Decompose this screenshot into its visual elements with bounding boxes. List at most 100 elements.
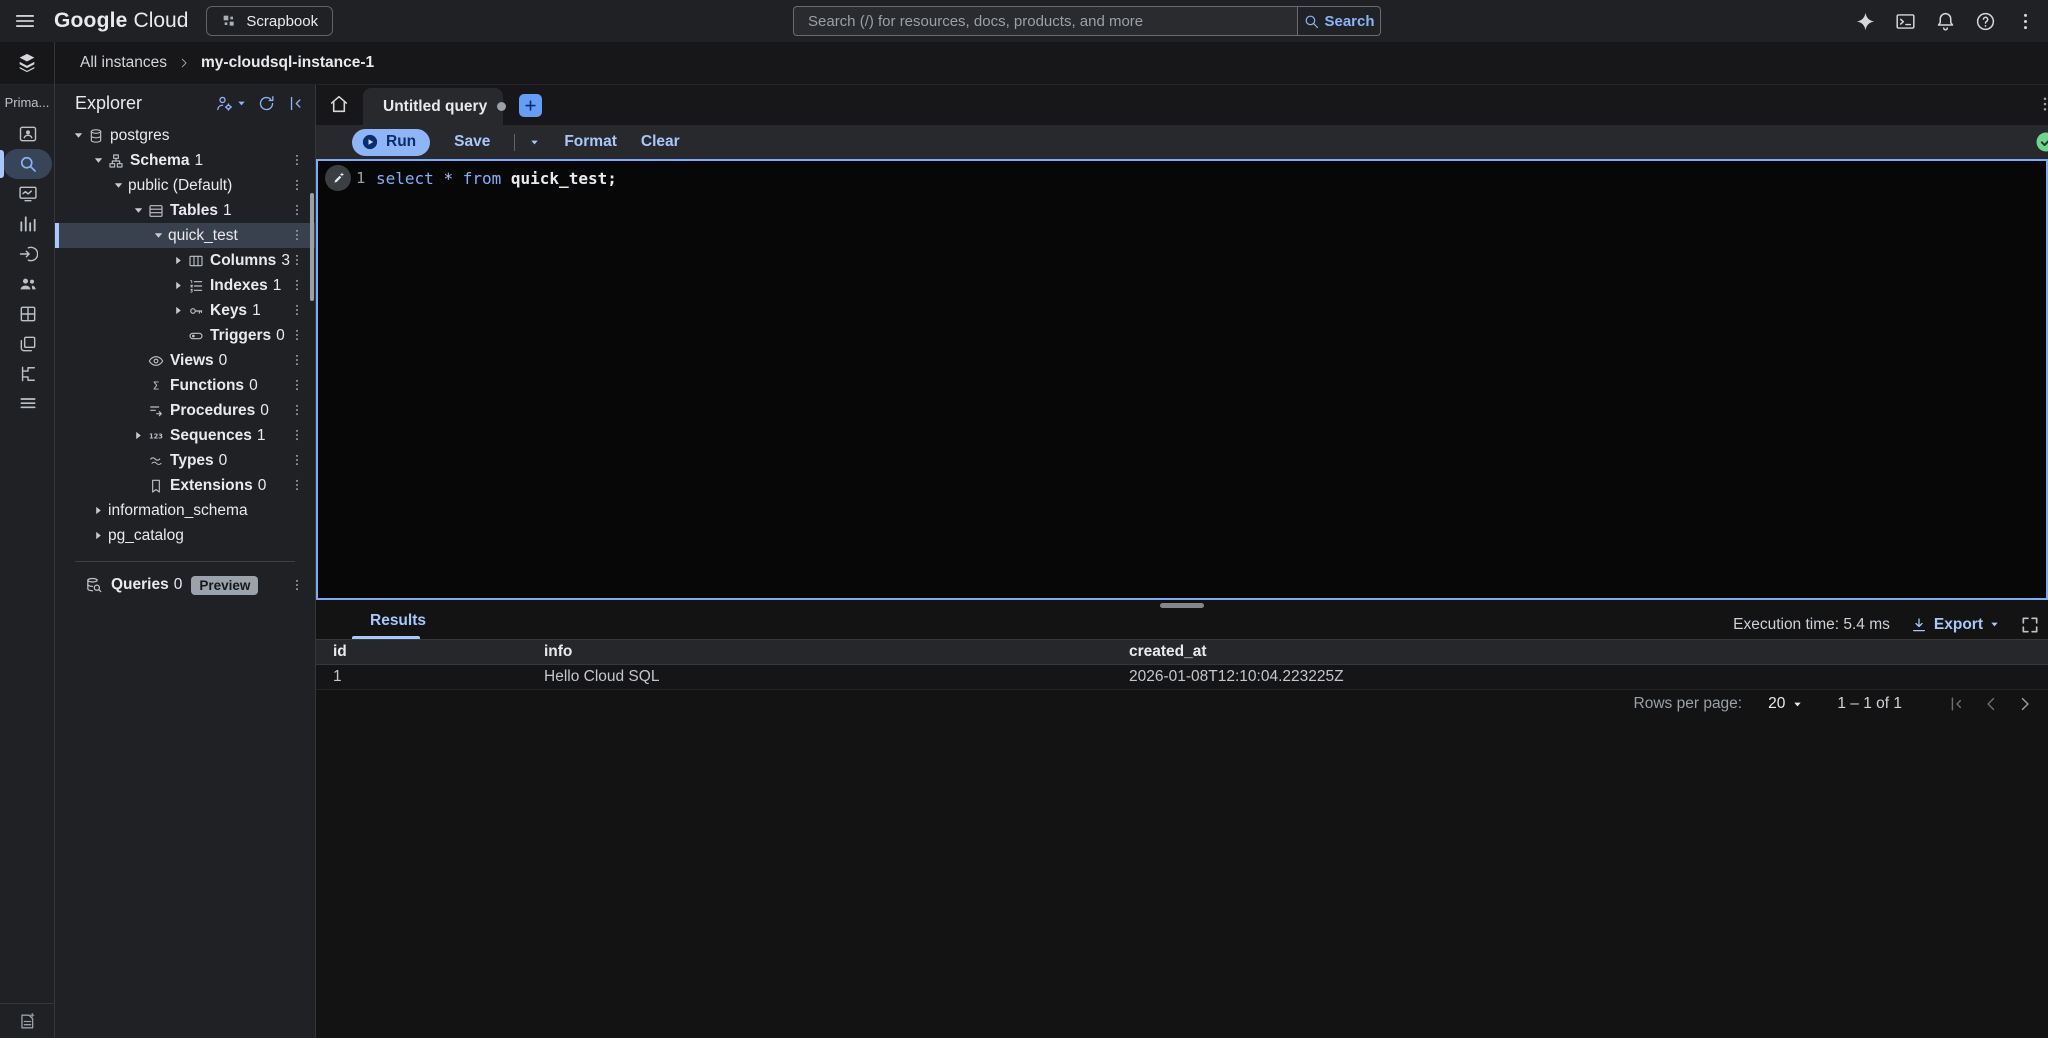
- sidebar-item-databases[interactable]: [0, 299, 55, 329]
- rows-per-page-select[interactable]: 20: [1768, 695, 1803, 713]
- tree-item-extensions[interactable]: Extensions0: [55, 473, 315, 498]
- kebab-icon: [290, 478, 304, 492]
- expand-arrow-icon[interactable]: [168, 301, 188, 321]
- clear-button[interactable]: Clear: [641, 133, 680, 151]
- google-cloud-logo[interactable]: Google Cloud: [54, 9, 188, 33]
- sidebar-item-system-insights[interactable]: [0, 179, 55, 209]
- tree-item-menu-button[interactable]: [287, 275, 307, 295]
- tree-item-types[interactable]: Types0: [55, 448, 315, 473]
- tree-item-quick-test[interactable]: quick_test: [55, 223, 315, 248]
- tree-item-keys[interactable]: Keys1: [55, 298, 315, 323]
- sidebar-item-query-insights[interactable]: [0, 209, 55, 239]
- export-button[interactable]: Export: [1910, 616, 2000, 634]
- code-line[interactable]: select * from quick_test;: [376, 161, 617, 598]
- tree-item-menu-button[interactable]: [287, 150, 307, 170]
- prev-page-button[interactable]: [1978, 691, 2004, 717]
- tree-item-functions[interactable]: ΣFunctions0: [55, 373, 315, 398]
- search-button[interactable]: Search: [1297, 6, 1381, 36]
- kebab-icon: [290, 428, 304, 442]
- expand-arrow-icon[interactable]: [168, 251, 188, 271]
- sidebar-item-replication[interactable]: [0, 359, 55, 389]
- tree-item-menu-button[interactable]: [287, 175, 307, 195]
- main-menu-button[interactable]: [0, 0, 50, 42]
- tree-item-menu-button[interactable]: [287, 425, 307, 445]
- tab-overflow-menu-icon[interactable]: [2036, 95, 2048, 113]
- collapse-arrow-icon[interactable]: [68, 126, 88, 146]
- collapse-arrow-icon[interactable]: [148, 226, 168, 246]
- tree-item-procedures[interactable]: Procedures0: [55, 398, 315, 423]
- expand-arrow-icon[interactable]: [168, 276, 188, 296]
- tree-item-queries[interactable]: Queries 0 Preview: [55, 572, 315, 598]
- studio-home-button[interactable]: [328, 93, 354, 119]
- sidebar-item-connections[interactable]: [0, 239, 55, 269]
- sidebar-item-backups[interactable]: [0, 329, 55, 359]
- tree-item-menu-button[interactable]: [287, 250, 307, 270]
- tree-item-indexes[interactable]: Indexes1: [55, 273, 315, 298]
- backups-icon: [18, 334, 38, 354]
- collapse-arrow-icon[interactable]: [108, 176, 128, 196]
- tree-item-sequences[interactable]: 123Sequences1: [55, 423, 315, 448]
- expand-arrow-icon[interactable]: [88, 501, 108, 521]
- collapse-arrow-icon[interactable]: [128, 201, 148, 221]
- tree-item-public-default[interactable]: public (Default): [55, 173, 315, 198]
- tree-item-views[interactable]: Views0: [55, 348, 315, 373]
- refresh-button[interactable]: [257, 94, 276, 113]
- tree-item-menu-button[interactable]: [287, 300, 307, 320]
- sql-editor[interactable]: 1 select * from quick_test;: [316, 159, 2048, 600]
- collapse-arrow-icon[interactable]: [88, 151, 108, 171]
- tree-item-triggers[interactable]: Triggers0: [55, 323, 315, 348]
- topbar-button-help[interactable]: [1968, 4, 2002, 38]
- breadcrumb-all-instances[interactable]: All instances: [80, 54, 167, 72]
- panel-resize-handle[interactable]: [1160, 603, 1204, 608]
- first-page-button[interactable]: [1944, 691, 1970, 717]
- new-tab-button[interactable]: [519, 94, 542, 117]
- save-options-caret-icon[interactable]: [529, 137, 540, 148]
- tab-results[interactable]: Results: [370, 612, 426, 630]
- search-button-label: Search: [1324, 13, 1374, 30]
- next-page-button[interactable]: [2012, 691, 2038, 717]
- collapse-panel-button[interactable]: [286, 94, 305, 113]
- queries-menu-button[interactable]: [287, 575, 307, 595]
- topbar-button-more[interactable]: [2008, 4, 2042, 38]
- format-button[interactable]: Format: [564, 133, 617, 151]
- project-picker-button[interactable]: Scrapbook: [206, 6, 333, 36]
- tree-item-menu-button[interactable]: [287, 400, 307, 420]
- tree-item-schema[interactable]: Schema1: [55, 148, 315, 173]
- tree-item-menu-button[interactable]: [287, 450, 307, 470]
- save-button[interactable]: Save: [454, 133, 490, 151]
- tree-item-menu-button[interactable]: [287, 350, 307, 370]
- tree-item-menu-button[interactable]: [287, 375, 307, 395]
- sidebar-item-users[interactable]: [0, 269, 55, 299]
- tree-item-columns[interactable]: Columns3: [55, 248, 315, 273]
- tree-item-tables[interactable]: Tables1: [55, 198, 315, 223]
- expand-arrow-icon[interactable]: [128, 426, 148, 446]
- tree-item-menu-button[interactable]: [287, 200, 307, 220]
- chevron-right-icon: [177, 56, 191, 70]
- run-button[interactable]: Run: [352, 129, 430, 156]
- fullscreen-icon[interactable]: [2020, 615, 2040, 635]
- sidebar-item-cloud-sql-studio[interactable]: [0, 149, 55, 179]
- toolbar-divider: [514, 134, 515, 151]
- search-input[interactable]: [793, 6, 1297, 36]
- explorer-scrollbar-thumb[interactable]: [310, 193, 314, 301]
- table-row[interactable]: 1Hello Cloud SQL2026-01-08T12:10:04.2232…: [316, 665, 2048, 690]
- expand-arrow-icon[interactable]: [88, 526, 108, 546]
- tree-item-menu-button[interactable]: [287, 325, 307, 345]
- sidebar-item-release-notes[interactable]: [0, 1003, 55, 1038]
- tab-untitled-query[interactable]: Untitled query: [363, 88, 503, 125]
- gemini-edit-button[interactable]: [325, 165, 351, 191]
- tree-item-menu-button[interactable]: [287, 475, 307, 495]
- topbar-button-cloud-shell[interactable]: [1888, 4, 1922, 38]
- tree-item-postgres[interactable]: postgres: [55, 123, 315, 148]
- topbar-button-notifications[interactable]: [1928, 4, 1962, 38]
- kebab-icon: [2015, 11, 2036, 32]
- query-toolbar: Run Save Format Clear: [316, 125, 2048, 159]
- export-caret-icon: [1989, 619, 2000, 630]
- tree-item-pg-catalog[interactable]: pg_catalog: [55, 523, 315, 548]
- sidebar-item-operations[interactable]: [0, 389, 55, 419]
- switch-user-button[interactable]: [215, 94, 247, 113]
- sidebar-item-overview[interactable]: [0, 119, 55, 149]
- topbar-button-gemini[interactable]: [1848, 4, 1882, 38]
- tree-item-menu-button[interactable]: [287, 225, 307, 245]
- tree-item-information-schema[interactable]: information_schema: [55, 498, 315, 523]
